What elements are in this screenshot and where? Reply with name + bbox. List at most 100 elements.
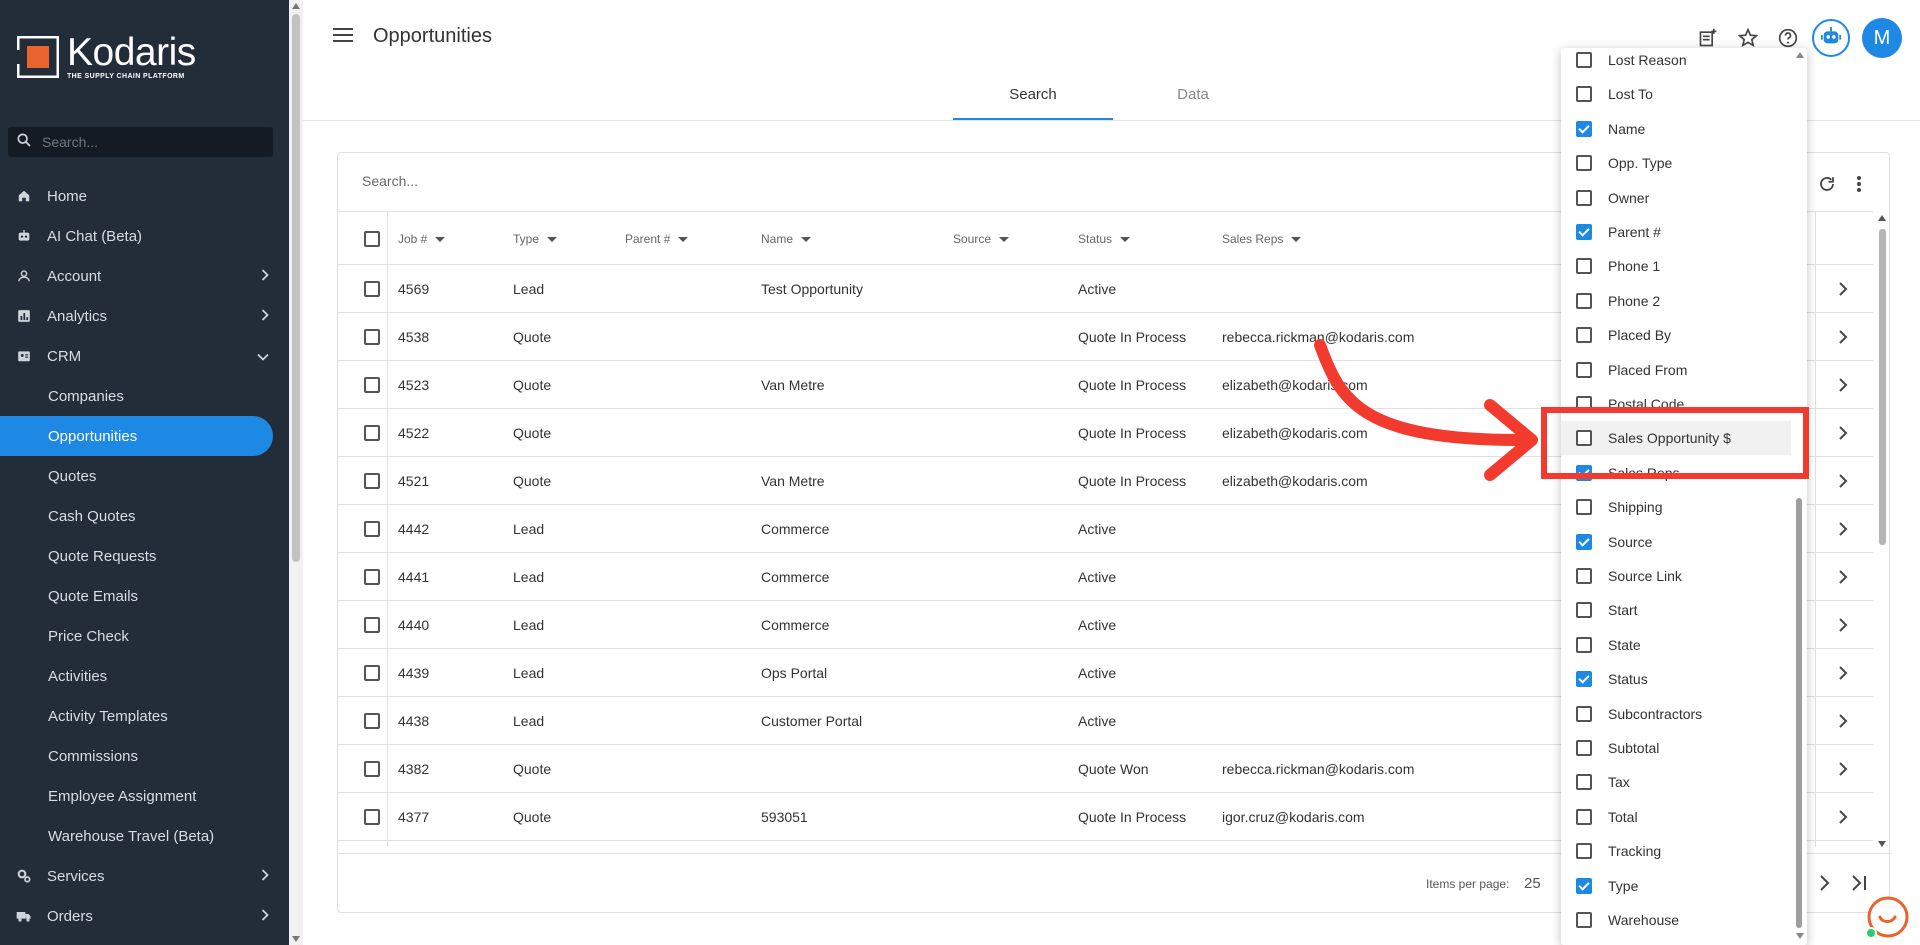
row-open-chevron-icon[interactable] (1838, 665, 1848, 684)
sidebar-item-quote-requests[interactable]: Quote Requests (0, 536, 289, 576)
column-status[interactable]: Status (1078, 212, 1131, 266)
column-option-parent[interactable]: Parent # (1561, 215, 1791, 249)
column-option-checkbox[interactable] (1576, 258, 1592, 275)
row-checkbox[interactable] (364, 601, 380, 649)
kodaris-logo[interactable]: Kodaris THE SUPPLY CHAIN PLATFORM (16, 33, 196, 80)
user-avatar[interactable]: M (1862, 18, 1902, 58)
row-checkbox[interactable] (364, 553, 380, 601)
column-type[interactable]: Type (513, 212, 558, 266)
column-sales-reps[interactable]: Sales Reps (1222, 212, 1302, 266)
more-vert-icon[interactable] (1847, 172, 1871, 196)
column-option-checkbox[interactable] (1576, 499, 1592, 516)
row-open-chevron-icon[interactable] (1838, 473, 1848, 492)
column-option-checkbox[interactable] (1576, 705, 1592, 722)
column-option-owner[interactable]: Owner (1561, 181, 1791, 215)
column-option-total[interactable]: Total (1561, 800, 1791, 834)
column-option-checkbox[interactable] (1576, 877, 1592, 894)
column-option-checkbox[interactable] (1576, 602, 1592, 619)
column-option-subcontractors[interactable]: Subcontractors (1561, 697, 1791, 731)
sidebar-item-activity-templates[interactable]: Activity Templates (0, 696, 289, 736)
column-option-checkbox[interactable] (1576, 568, 1592, 584)
column-option-name[interactable]: Name (1561, 112, 1791, 146)
column-option-lost-reason[interactable]: Lost Reason (1561, 48, 1791, 77)
row-checkbox[interactable] (364, 313, 380, 361)
column-option-status[interactable]: Status (1561, 662, 1791, 696)
column-option-checkbox[interactable] (1576, 774, 1592, 791)
sidebar-scroll-thumb[interactable] (292, 14, 300, 562)
column-chooser-scroll-thumb[interactable] (1796, 498, 1802, 928)
column-option-checkbox[interactable] (1576, 224, 1592, 240)
sidebar-search[interactable] (8, 127, 273, 157)
column-option-phone-2[interactable]: Phone 2 (1561, 284, 1791, 318)
sidebar-item-account[interactable]: Account (0, 256, 289, 296)
support-chat-icon[interactable] (1864, 895, 1910, 941)
row-checkbox[interactable] (364, 505, 380, 553)
scroll-down-arrow-icon[interactable] (1796, 933, 1804, 939)
table-scrollbar[interactable] (1876, 213, 1888, 849)
help-icon[interactable] (1776, 26, 1800, 50)
column-option-state[interactable]: State (1561, 628, 1791, 662)
row-open-chevron-icon[interactable] (1838, 329, 1848, 348)
row-checkbox[interactable] (364, 361, 380, 409)
sidebar-search-input[interactable] (42, 134, 262, 150)
row-open-chevron-icon[interactable] (1838, 377, 1848, 396)
column-option-checkbox[interactable] (1576, 740, 1592, 756)
sidebar-item-employee-assignment[interactable]: Employee Assignment (0, 776, 289, 816)
column-option-tax[interactable]: Tax (1561, 765, 1791, 799)
sidebar-item-price-check[interactable]: Price Check (0, 616, 289, 656)
menu-icon[interactable] (333, 27, 353, 48)
last-page-icon[interactable] (1850, 874, 1868, 897)
sidebar-scrollbar[interactable] (289, 0, 303, 945)
tab-search[interactable]: Search (953, 82, 1113, 120)
column-option-source[interactable]: Source (1561, 525, 1791, 559)
column-option-checkbox[interactable] (1576, 155, 1592, 172)
row-checkbox[interactable] (364, 793, 380, 841)
sidebar-item-quote-emails[interactable]: Quote Emails (0, 576, 289, 616)
column-option-placed-from[interactable]: Placed From (1561, 353, 1791, 387)
row-checkbox[interactable] (364, 697, 380, 745)
column-option-checkbox[interactable] (1576, 912, 1592, 928)
row-open-chevron-icon[interactable] (1838, 809, 1848, 828)
column-option-checkbox[interactable] (1576, 671, 1592, 688)
row-checkbox[interactable] (364, 649, 380, 697)
column-chooser-scrollbar[interactable] (1793, 48, 1807, 945)
row-open-chevron-icon[interactable] (1838, 521, 1848, 540)
table-scroll-thumb[interactable] (1879, 229, 1886, 545)
row-checkbox[interactable] (364, 745, 380, 793)
sidebar-item-activities[interactable]: Activities (0, 656, 289, 696)
column-option-warehouse[interactable]: Warehouse (1561, 903, 1791, 937)
column-option-opp-type[interactable]: Opp. Type (1561, 146, 1791, 180)
sidebar-item-commissions[interactable]: Commissions (0, 736, 289, 776)
column-option-placed-by[interactable]: Placed By (1561, 318, 1791, 352)
row-checkbox[interactable] (364, 409, 380, 457)
scroll-down-arrow-icon[interactable] (1878, 841, 1886, 847)
column-option-checkbox[interactable] (1576, 292, 1592, 309)
ai-assistant-button[interactable] (1812, 19, 1850, 57)
sidebar-item-cash-quotes[interactable]: Cash Quotes (0, 496, 289, 536)
scroll-up-arrow-icon[interactable] (1878, 215, 1886, 221)
row-checkbox[interactable] (364, 457, 380, 505)
row-open-chevron-icon[interactable] (1838, 569, 1848, 588)
row-open-chevron-icon[interactable] (1838, 281, 1848, 300)
tab-data[interactable]: Data (1113, 82, 1273, 120)
sidebar-item-warehouse-travel-beta[interactable]: Warehouse Travel (Beta) (0, 816, 289, 856)
next-page-icon[interactable] (1818, 874, 1830, 897)
column-option-checkbox[interactable] (1576, 808, 1592, 825)
column-option-checkbox[interactable] (1576, 189, 1592, 206)
row-open-chevron-icon[interactable] (1838, 617, 1848, 636)
sidebar-item-home[interactable]: Home (0, 176, 289, 216)
row-open-chevron-icon[interactable] (1838, 425, 1848, 444)
scroll-up-arrow-icon[interactable] (1796, 52, 1804, 58)
scroll-up-arrow-icon[interactable] (292, 3, 300, 9)
column-option-checkbox[interactable] (1576, 327, 1592, 344)
add-note-icon[interactable] (1696, 26, 1720, 50)
column-option-checkbox[interactable] (1576, 533, 1592, 550)
scroll-down-arrow-icon[interactable] (292, 936, 300, 942)
sidebar-item-companies[interactable]: Companies (0, 376, 289, 416)
column-option-checkbox[interactable] (1576, 361, 1592, 378)
column-option-checkbox[interactable] (1576, 52, 1592, 68)
sidebar-item-ai-chat-beta[interactable]: AI Chat (Beta) (0, 216, 289, 256)
column-option-checkbox[interactable] (1576, 120, 1592, 137)
refresh-icon[interactable] (1815, 172, 1839, 196)
column-option-shipping[interactable]: Shipping (1561, 490, 1791, 524)
